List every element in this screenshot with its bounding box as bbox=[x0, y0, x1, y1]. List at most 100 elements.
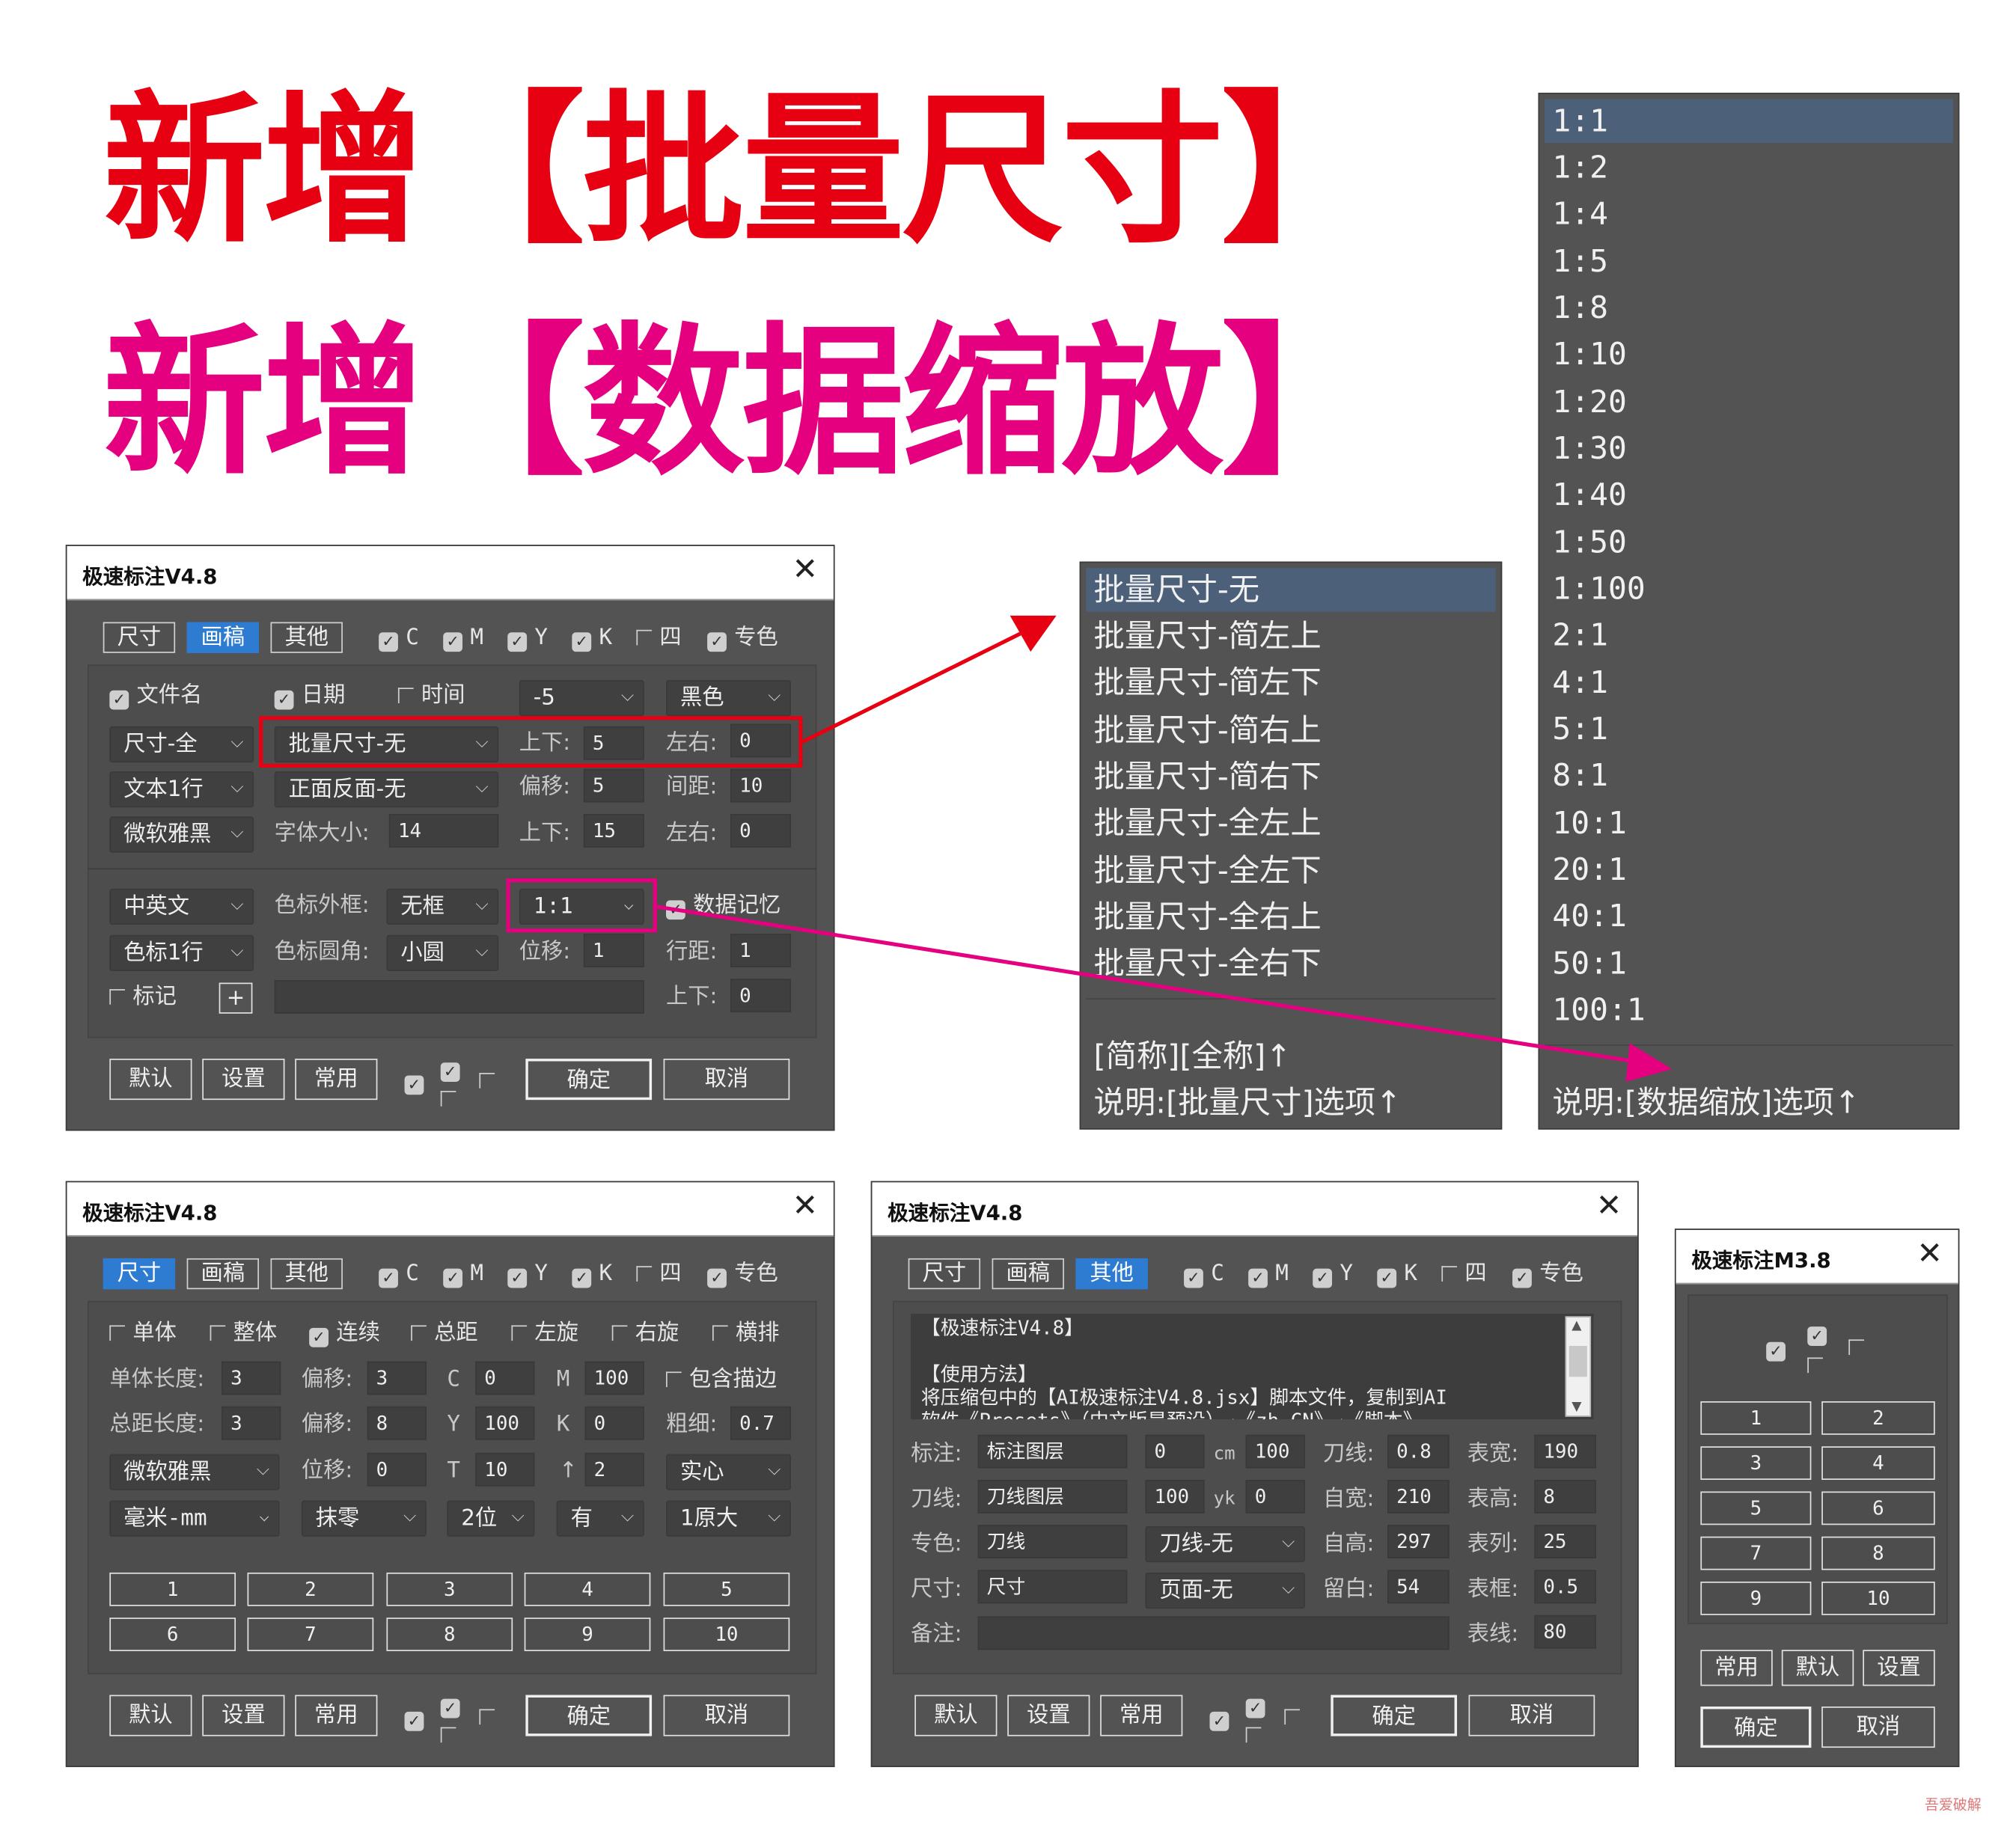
common-button[interactable]: 常用 bbox=[1100, 1695, 1183, 1736]
fill-dropdown[interactable]: 实心 ⌵ bbox=[666, 1454, 792, 1490]
scrollbar[interactable]: ▲ ▼ bbox=[1565, 1316, 1592, 1417]
check-k[interactable]: ✓ K bbox=[572, 1257, 612, 1291]
size-input[interactable]: 尺寸 bbox=[977, 1570, 1128, 1604]
ok-button[interactable]: 确定 bbox=[525, 1059, 653, 1101]
knife-layer-input[interactable]: 刀线图层 bbox=[977, 1480, 1128, 1514]
list-item[interactable]: 1:30 bbox=[1545, 426, 1953, 471]
lang-dropdown[interactable]: 中英文 ⌵ bbox=[109, 888, 254, 925]
default-button[interactable]: 默认 bbox=[1781, 1650, 1854, 1686]
list-item[interactable]: 20:1 bbox=[1545, 848, 1953, 892]
number-button-7[interactable]: 7 bbox=[1700, 1536, 1812, 1570]
list-item[interactable]: 批量尺寸-简右下 bbox=[1086, 755, 1495, 799]
list-item[interactable]: 批量尺寸-全左下 bbox=[1086, 848, 1495, 893]
tab-draft[interactable]: 画稿 bbox=[186, 622, 260, 653]
number-button-9[interactable]: 9 bbox=[524, 1618, 651, 1651]
shift-input[interactable]: 5 bbox=[583, 768, 644, 803]
self-height-input[interactable]: 297 bbox=[1387, 1525, 1450, 1559]
check-total[interactable]: 总距 bbox=[411, 1316, 478, 1350]
check-c[interactable]: ✓ C bbox=[1184, 1257, 1224, 1291]
fontsize-input[interactable]: 14 bbox=[388, 813, 499, 848]
check-a[interactable]: ✓ bbox=[1766, 1330, 1793, 1364]
unit-dropdown[interactable]: 毫米-mm ⌵ bbox=[109, 1500, 280, 1537]
check-four[interactable]: 四 bbox=[636, 621, 682, 655]
close-icon[interactable]: ✕ bbox=[792, 551, 819, 587]
color-dropdown[interactable]: 黑色 ⌵ bbox=[666, 679, 792, 717]
list-item[interactable]: 1:8 bbox=[1545, 286, 1953, 330]
list-item[interactable]: 批量尺寸-全右上 bbox=[1086, 895, 1495, 939]
frame-dropdown[interactable]: 无框 ⌵ bbox=[386, 888, 499, 925]
check-c2[interactable] bbox=[440, 1082, 464, 1115]
number-button-9[interactable]: 9 bbox=[1700, 1582, 1812, 1615]
settings-button[interactable]: 设置 bbox=[202, 1695, 285, 1736]
scrollbar-thumb[interactable] bbox=[1568, 1345, 1587, 1377]
close-icon[interactable]: ✕ bbox=[792, 1187, 819, 1223]
cancel-button[interactable]: 取消 bbox=[663, 1695, 790, 1736]
number-button-10[interactable]: 10 bbox=[1821, 1582, 1935, 1615]
check-d[interactable] bbox=[479, 1064, 502, 1098]
default-button[interactable]: 默认 bbox=[914, 1695, 998, 1736]
add-button[interactable]: + bbox=[219, 982, 253, 1014]
tab-other[interactable]: 其他 bbox=[1075, 1258, 1148, 1290]
list-item[interactable]: 1:100 bbox=[1545, 566, 1953, 610]
readme-textarea[interactable]: 【极速标注V4.8】 【使用方法】 将压缩包中的【AI极速标注V4.8.jsx】… bbox=[911, 1313, 1594, 1420]
ud2-input[interactable]: 15 bbox=[583, 813, 644, 848]
lr2-input[interactable]: 0 bbox=[730, 813, 792, 848]
check-d[interactable] bbox=[1848, 1330, 1872, 1364]
mark-layer-input[interactable]: 标注图层 bbox=[977, 1434, 1128, 1469]
face-dropdown[interactable]: 正面反面-无 ⌵ bbox=[274, 771, 499, 808]
common-button[interactable]: 常用 bbox=[295, 1695, 378, 1736]
note-input[interactable] bbox=[977, 1616, 1450, 1650]
list-item[interactable]: 8:1 bbox=[1545, 753, 1953, 798]
check-m[interactable]: ✓ M bbox=[443, 1257, 483, 1291]
list-item[interactable]: 1:2 bbox=[1545, 146, 1953, 190]
check-horizontal[interactable]: 横排 bbox=[712, 1316, 780, 1350]
list-item[interactable]: 10:1 bbox=[1545, 801, 1953, 845]
tab-other[interactable]: 其他 bbox=[270, 1258, 343, 1290]
size-dropdown[interactable]: 尺寸-全 ⌵ bbox=[109, 726, 254, 763]
yk-value-1[interactable]: 100 bbox=[1145, 1480, 1205, 1514]
table-frame-input[interactable]: 0.5 bbox=[1534, 1570, 1596, 1604]
check-c[interactable]: ✓ C bbox=[379, 1257, 419, 1291]
check-c[interactable]: ✓ C bbox=[379, 621, 419, 655]
cancel-button[interactable]: 取消 bbox=[663, 1059, 790, 1101]
tab-draft[interactable]: 画稿 bbox=[992, 1258, 1064, 1290]
number-button-2[interactable]: 2 bbox=[1821, 1401, 1935, 1435]
knife-input[interactable]: 0.8 bbox=[1387, 1434, 1450, 1469]
list-item[interactable]: 40:1 bbox=[1545, 894, 1953, 938]
tab-size[interactable]: 尺寸 bbox=[103, 622, 176, 653]
has-dropdown[interactable]: 有 ⌵ bbox=[556, 1500, 644, 1537]
common-button[interactable]: 常用 bbox=[1700, 1650, 1773, 1686]
number-button-8[interactable]: 8 bbox=[1821, 1536, 1935, 1570]
number-button-2[interactable]: 2 bbox=[247, 1572, 374, 1606]
mark-input[interactable] bbox=[274, 980, 644, 1014]
list-item[interactable]: 2:1 bbox=[1545, 613, 1953, 657]
number-button-7[interactable]: 7 bbox=[247, 1618, 374, 1651]
default-button[interactable]: 默认 bbox=[109, 1059, 192, 1101]
check-stroke[interactable]: 包含描边 bbox=[666, 1362, 777, 1396]
list-item[interactable]: 50:1 bbox=[1545, 941, 1953, 985]
check-m[interactable]: ✓ M bbox=[1248, 1257, 1289, 1291]
check-time[interactable]: 时间 bbox=[397, 679, 465, 712]
check-four[interactable]: 四 bbox=[1441, 1257, 1487, 1291]
t-input[interactable]: 10 bbox=[475, 1452, 535, 1487]
page-dropdown[interactable]: 页面-无 ⌵ bbox=[1145, 1572, 1305, 1609]
number-button-8[interactable]: 8 bbox=[386, 1618, 513, 1651]
tab-size[interactable]: 尺寸 bbox=[103, 1258, 176, 1290]
check-single[interactable]: 单体 bbox=[109, 1316, 177, 1350]
common-button[interactable]: 常用 bbox=[295, 1059, 378, 1101]
list-item[interactable]: 批量尺寸-简右上 bbox=[1086, 709, 1495, 753]
close-icon[interactable]: ✕ bbox=[1916, 1235, 1943, 1271]
single-len-input[interactable]: 3 bbox=[222, 1361, 281, 1395]
number-button-1[interactable]: 1 bbox=[1700, 1401, 1812, 1435]
c-input[interactable]: 0 bbox=[475, 1361, 535, 1395]
check-rotate-right[interactable]: 右旋 bbox=[611, 1316, 679, 1350]
list-item[interactable]: 1:40 bbox=[1545, 473, 1953, 517]
ok-button[interactable]: 确定 bbox=[1700, 1706, 1812, 1748]
cancel-button[interactable]: 取消 bbox=[1821, 1706, 1935, 1748]
list-item[interactable]: 1:4 bbox=[1545, 192, 1953, 236]
chevron-down-icon[interactable]: ▼ bbox=[1571, 1400, 1581, 1414]
check-b[interactable]: ✓ bbox=[440, 1687, 468, 1721]
number-button-5[interactable]: 5 bbox=[663, 1572, 790, 1606]
corner-dropdown[interactable]: 小圆 ⌵ bbox=[386, 934, 499, 972]
check-d[interactable] bbox=[479, 1700, 502, 1733]
